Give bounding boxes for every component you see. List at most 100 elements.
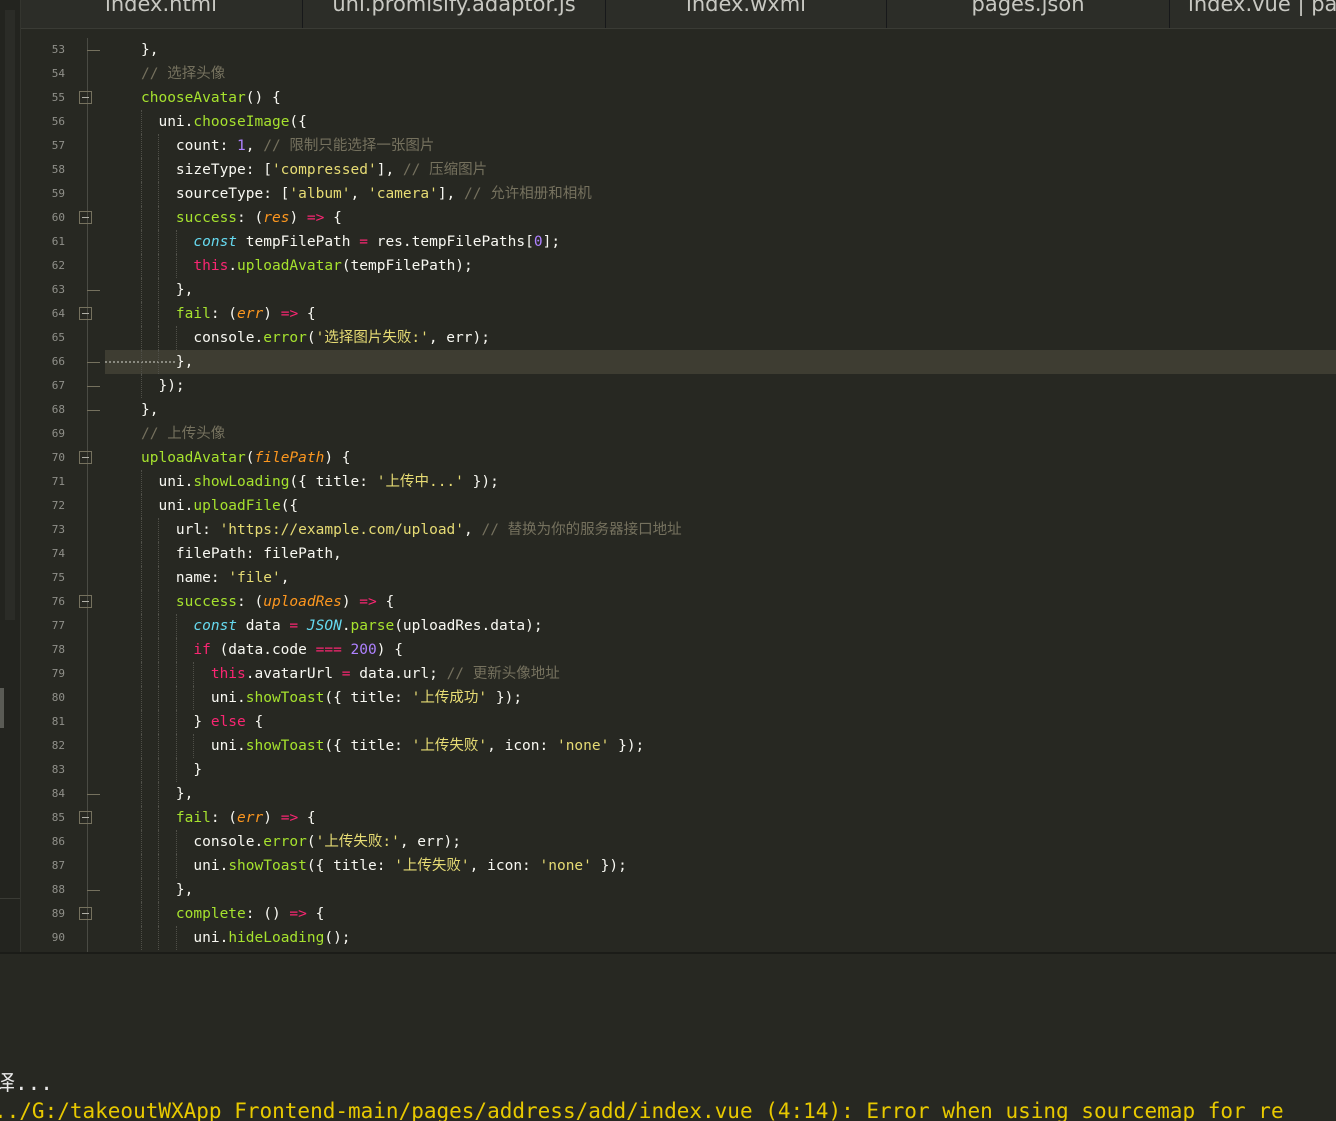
indent-guide [158, 878, 160, 902]
indent-guide [141, 230, 142, 254]
code-line[interactable]: 70 uploadAvatar(filePath) { [21, 446, 1336, 470]
code-line[interactable]: 84 }, [21, 782, 1336, 806]
line-number: 81 [51, 715, 65, 728]
fold-toggle-icon[interactable] [79, 907, 92, 920]
fold-toggle-icon[interactable] [79, 811, 92, 824]
code-line[interactable]: 63 }, [21, 278, 1336, 302]
code-text: uni.showLoading({ title: '上传中...' }); [141, 470, 498, 494]
line-number: 77 [51, 619, 65, 632]
code-token: ], [437, 186, 465, 202]
tab-pages-json[interactable]: pages.json [887, 0, 1170, 28]
code-line[interactable]: 62 this.uploadAvatar(tempFilePath); [21, 254, 1336, 278]
code-line[interactable]: 69 // 上传头像 [21, 422, 1336, 446]
fold-toggle-icon[interactable] [79, 307, 92, 320]
fold-toggle-icon[interactable] [79, 91, 92, 104]
code-line[interactable]: 76 success: (uploadRes) => { [21, 590, 1336, 614]
code-token: , [350, 186, 368, 202]
code-token: , err); [399, 834, 461, 850]
code-token: // 允许相册和相机 [464, 186, 592, 202]
indent-guide [141, 158, 142, 182]
tab-index-wxml[interactable]: index.wxml [606, 0, 887, 28]
fold-toggle-icon[interactable] [79, 451, 92, 464]
code-text: // 选择头像 [141, 62, 225, 86]
code-token: }); [141, 378, 185, 394]
code-token: success [141, 210, 238, 226]
tab-uni-promisify-adaptor[interactable]: uni.promisify.adaptor.js [303, 0, 606, 28]
code-line[interactable]: 77 const data = JSON.parse(uploadRes.dat… [21, 614, 1336, 638]
indent-guide [141, 614, 142, 638]
code-line[interactable]: 81 } else { [21, 710, 1336, 734]
code-token: , [280, 570, 290, 586]
side-scroll-track[interactable] [5, 10, 15, 620]
tab-index-html[interactable]: index.html [20, 0, 303, 28]
code-token: => [359, 594, 377, 610]
code-line[interactable]: 58 sizeType: ['compressed'], // 压缩图片 [21, 158, 1336, 182]
code-line[interactable]: 57 count: 1, // 限制只能选择一张图片 [21, 134, 1336, 158]
code-line[interactable]: 85 fail: (err) => { [21, 806, 1336, 830]
code-line[interactable]: 61 const tempFilePath = res.tempFilePath… [21, 230, 1336, 254]
code-line[interactable]: 68}, [21, 398, 1336, 422]
line-number: 55 [51, 91, 65, 104]
code-token: , [245, 138, 264, 154]
code-line[interactable]: 83 } [21, 758, 1336, 782]
code-editor[interactable]: 53}, 54// 选择头像 55 chooseAvatar() {56 uni.ch… [21, 38, 1336, 952]
code-line[interactable]: 64 fail: (err) => { [21, 302, 1336, 326]
code-line[interactable]: 88 }, [21, 878, 1336, 902]
code-token: 0 [533, 234, 543, 250]
code-line[interactable]: 74 filePath: filePath, [21, 542, 1336, 566]
code-text: uni.showToast({ title: '上传失败', icon: 'no… [141, 854, 626, 878]
indent-guide [158, 734, 160, 758]
indent-guide [141, 926, 142, 950]
code-text: }, [141, 878, 193, 902]
code-token: const [141, 234, 238, 250]
code-line[interactable]: 54 // 选择头像 [21, 62, 1336, 86]
code-token: uploadAvatar [141, 450, 246, 466]
code-line[interactable]: 59 sourceType: ['album', 'camera'], // 允… [21, 182, 1336, 206]
code-line[interactable]: 53}, [21, 38, 1336, 62]
code-line[interactable]: 78 if (data.code === 200) { [21, 638, 1336, 662]
code-token: ({ title: [324, 738, 412, 754]
tab-index-vue[interactable]: index.vue | pages [1170, 0, 1336, 28]
code-token: (); [324, 930, 351, 946]
indent-guide [158, 302, 160, 326]
code-text: console.error('选择图片失败:', err); [141, 326, 490, 350]
indent-guide [141, 758, 142, 782]
code-line[interactable]: 66 }, [52, 350, 1336, 374]
fold-toggle-icon[interactable] [79, 595, 92, 608]
code-line[interactable]: 67 }); [21, 374, 1336, 398]
fold-end-marker [87, 50, 100, 51]
code-line[interactable]: 89 complete: () => { [21, 902, 1336, 926]
code-line[interactable]: 60 success: (res) => { [21, 206, 1336, 230]
code-line[interactable]: 75 name: 'file', [21, 566, 1336, 590]
code-line[interactable]: 73 url: 'https://example.com/upload', //… [21, 518, 1336, 542]
code-line[interactable]: 55 chooseAvatar() { [21, 86, 1336, 110]
line-number: 78 [51, 643, 65, 656]
code-line[interactable]: 56 uni.chooseImage({ [21, 110, 1336, 134]
code-text: uni.uploadFile({ [141, 494, 298, 518]
code-line[interactable]: 72 uni.uploadFile({ [21, 494, 1336, 518]
side-scroll-thumb[interactable] [0, 688, 4, 728]
code-text: sizeType: ['compressed'], // 压缩图片 [141, 158, 487, 182]
code-token: err [237, 810, 264, 826]
indent-guide [193, 686, 195, 710]
code-token: chooseImage [193, 114, 290, 130]
code-token: ]; [542, 234, 561, 250]
code-line[interactable]: 87 uni.showToast({ title: '上传失败', icon: … [21, 854, 1336, 878]
code-line[interactable]: 82 uni.showToast({ title: '上传失败', icon: … [21, 734, 1336, 758]
code-line[interactable]: 71 uni.showLoading({ title: '上传中...' }); [21, 470, 1336, 494]
code-line[interactable]: 79 this.avatarUrl = data.url; // 更新头像地址 [21, 662, 1336, 686]
code-token: ) [341, 594, 360, 610]
code-text: }, [141, 398, 158, 422]
code-token: // 更新头像地址 [446, 666, 560, 682]
indent-guide [158, 902, 160, 926]
indent-guide [141, 182, 142, 206]
code-token: url: [141, 522, 220, 538]
fold-toggle-icon[interactable] [79, 211, 92, 224]
code-line[interactable]: 65 console.error('选择图片失败:', err); [21, 326, 1336, 350]
line-number: 65 [51, 331, 65, 344]
code-line[interactable]: 80 uni.showToast({ title: '上传成功' }); [21, 686, 1336, 710]
code-line[interactable]: 86 console.error('上传失败:', err); [21, 830, 1336, 854]
code-token: complete [141, 906, 246, 922]
code-token: : ( [210, 306, 238, 322]
code-line[interactable]: 90 uni.hideLoading(); [21, 926, 1336, 950]
